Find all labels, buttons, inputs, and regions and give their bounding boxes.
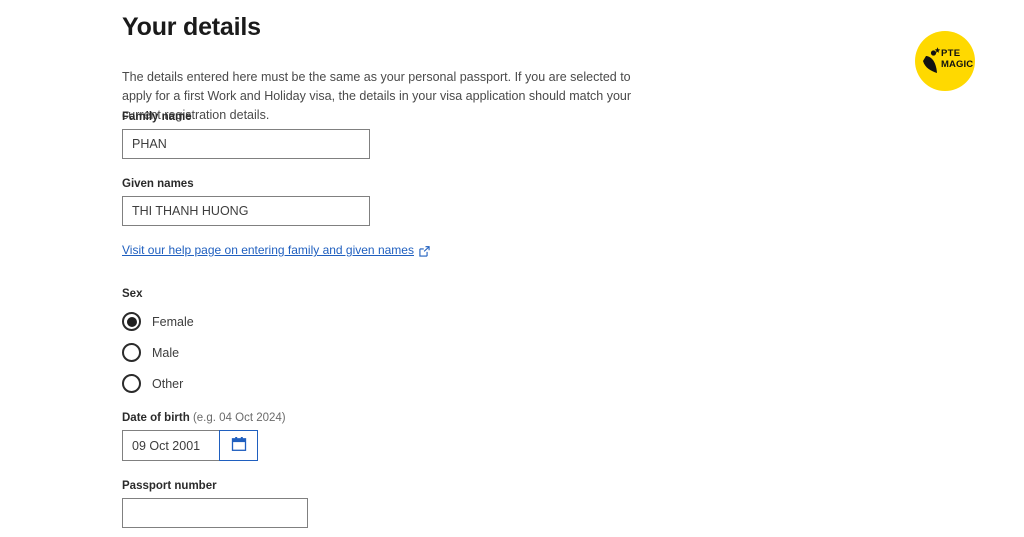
pte-magic-logo: PTE MAGIC bbox=[915, 31, 975, 91]
sex-option-female-label: Female bbox=[152, 314, 194, 329]
logo-line-1: PTE bbox=[941, 48, 961, 59]
family-name-label: Family name bbox=[122, 111, 192, 123]
date-of-birth-label-text: Date of birth bbox=[122, 412, 190, 424]
date-of-birth-label: Date of birth (e.g. 04 Oct 2024) bbox=[122, 412, 286, 424]
page-title: Your details bbox=[122, 13, 261, 41]
given-names-label: Given names bbox=[122, 178, 194, 190]
external-link-icon bbox=[419, 245, 430, 257]
person-star-mark-icon bbox=[923, 47, 941, 73]
radio-icon-male[interactable] bbox=[122, 343, 141, 362]
passport-number-input[interactable] bbox=[122, 498, 308, 528]
help-page-link-label: Visit our help page on entering family a… bbox=[122, 243, 414, 257]
your-details-page: Your details The details entered here mu… bbox=[0, 0, 1024, 537]
passport-number-field-group: Passport number bbox=[122, 480, 308, 528]
sex-option-other[interactable]: Other bbox=[122, 368, 194, 399]
sex-option-male[interactable]: Male bbox=[122, 337, 194, 368]
date-of-birth-field-group: Date of birth (e.g. 04 Oct 2024) bbox=[122, 412, 286, 461]
family-name-field-group: Family name bbox=[122, 111, 370, 159]
given-names-input[interactable] bbox=[122, 196, 370, 226]
logo-wordmark: PTE MAGIC bbox=[941, 48, 974, 70]
page-content: Your details The details entered here mu… bbox=[122, 0, 682, 125]
sex-radio-group: Sex Female Male Other bbox=[122, 288, 194, 399]
calendar-icon bbox=[231, 436, 247, 455]
help-page-link[interactable]: Visit our help page on entering family a… bbox=[122, 243, 430, 257]
passport-number-label: Passport number bbox=[122, 480, 217, 492]
date-of-birth-input[interactable] bbox=[122, 430, 219, 461]
sex-label: Sex bbox=[122, 288, 143, 300]
date-of-birth-row bbox=[122, 430, 286, 461]
sex-option-female[interactable]: Female bbox=[122, 306, 194, 337]
given-names-field-group: Given names bbox=[122, 178, 370, 226]
sex-option-male-label: Male bbox=[152, 345, 180, 360]
radio-icon-other[interactable] bbox=[122, 374, 141, 393]
logo-line-2: MAGIC bbox=[941, 58, 974, 70]
calendar-picker-button[interactable] bbox=[219, 430, 258, 461]
date-of-birth-hint: (e.g. 04 Oct 2024) bbox=[192, 412, 286, 424]
logo-inner: PTE MAGIC bbox=[920, 44, 974, 78]
radio-icon-female[interactable] bbox=[122, 312, 141, 331]
sex-option-other-label: Other bbox=[152, 376, 184, 391]
family-name-input[interactable] bbox=[122, 129, 370, 159]
